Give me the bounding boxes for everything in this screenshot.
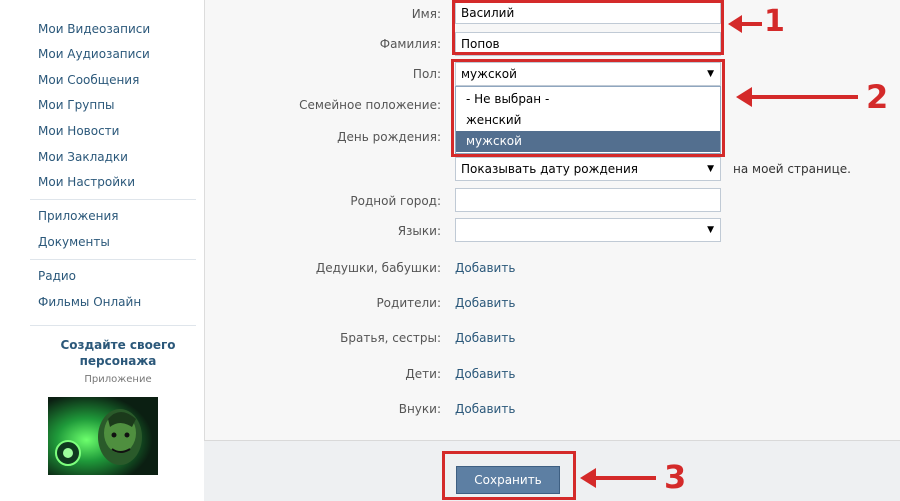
annotation-number-1: 1 bbox=[764, 4, 785, 39]
annotation-number-2: 2 bbox=[866, 78, 889, 116]
annotation-number-3: 3 bbox=[664, 458, 687, 496]
annotation-arrows bbox=[580, 15, 858, 488]
